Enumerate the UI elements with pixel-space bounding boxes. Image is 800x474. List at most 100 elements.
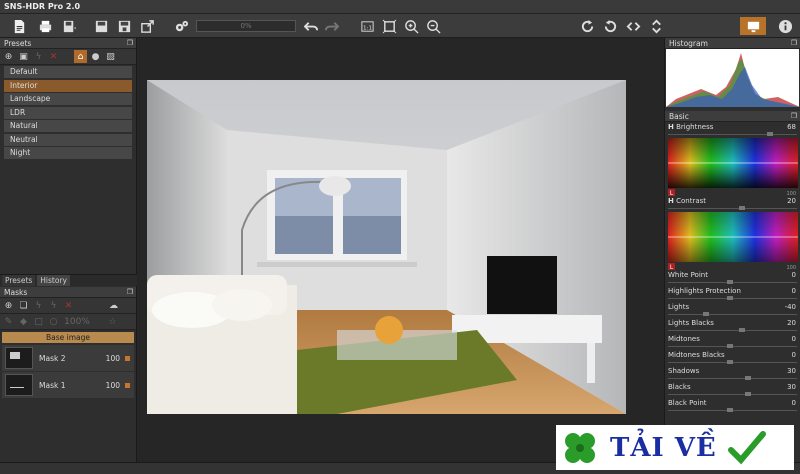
adjustment-slider[interactable]: Midtones 0 <box>665 334 800 350</box>
contrast-label: H Contrast <box>668 197 706 205</box>
mask-color-swatch[interactable] <box>125 382 130 388</box>
preset-item-landscape[interactable]: Landscape <box>4 93 132 105</box>
histogram-header: Histogram ❐ <box>665 38 800 49</box>
delete-preset-icon[interactable]: ✕ <box>47 50 60 63</box>
save-as-icon[interactable] <box>115 17 133 35</box>
star-icon[interactable]: ☆ <box>106 315 119 328</box>
mask-move-icon[interactable]: ϟ <box>47 299 60 312</box>
display-mode-icon[interactable] <box>740 17 766 35</box>
slider-handle[interactable] <box>727 344 733 348</box>
mask-color-swatch[interactable] <box>125 355 130 361</box>
rotate-left-icon[interactable] <box>601 17 619 35</box>
brightness-spectrum[interactable]: L 100 <box>668 138 798 197</box>
slider-handle[interactable] <box>744 392 751 396</box>
cloud-icon[interactable]: ☁ <box>107 299 120 312</box>
adjustment-slider[interactable]: White Point 0 <box>665 270 800 286</box>
preset-item-interior[interactable]: Interior <box>4 79 132 92</box>
fill-icon[interactable]: ◆ <box>17 315 30 328</box>
contrast-slider[interactable]: H Contrast 20 <box>665 196 800 212</box>
window-title: SNS-HDR Pro 2.0 <box>0 0 800 14</box>
undo-icon[interactable] <box>302 17 320 35</box>
brush-icon[interactable]: ✎ <box>2 315 15 328</box>
slider-handle[interactable] <box>703 312 710 316</box>
main-toolbar: 0% 1:1 <box>0 14 800 38</box>
settings-gears-icon[interactable] <box>172 17 190 35</box>
preset-item-ldr[interactable]: LDR <box>4 106 132 119</box>
open-file-icon[interactable] <box>10 17 28 35</box>
hue-mode-label: H <box>668 123 674 131</box>
progress-bar: 0% <box>196 20 296 32</box>
hdr-photo <box>147 80 626 414</box>
brightness-slider[interactable]: H Brightness 68 <box>665 122 800 138</box>
base-image-button[interactable]: Base image <box>2 332 134 343</box>
contrast-spectrum[interactable]: L 100 <box>668 212 798 271</box>
add-mask-icon[interactable]: ⊕ <box>2 299 15 312</box>
adjustment-slider[interactable]: Black Point 0 <box>665 398 800 414</box>
tab-presets[interactable]: Presets <box>2 275 36 286</box>
slider-value: 0 <box>791 351 796 359</box>
mask-row[interactable]: Mask 2 100 <box>2 345 134 371</box>
save-dropdown-icon[interactable] <box>60 17 78 35</box>
adjustment-slider[interactable]: Lights -40 <box>665 302 800 318</box>
save-preset-icon[interactable]: ▣ <box>17 50 30 63</box>
preset-item-default[interactable]: Default <box>4 66 132 78</box>
float-panel-icon[interactable]: ❐ <box>127 287 133 298</box>
flip-vertical-icon[interactable] <box>647 17 665 35</box>
home-icon[interactable]: ⌂ <box>74 50 87 63</box>
slider-handle[interactable] <box>727 408 733 412</box>
preset-item-neutral[interactable]: Neutral <box>4 133 132 146</box>
zoom-in-icon[interactable] <box>402 17 420 35</box>
presets-toolbar: ⊕ ▣ ϟ ✕ ⌂ ● ▨ <box>0 49 136 65</box>
preset-item-natural[interactable]: Natural <box>4 120 132 132</box>
slider-handle[interactable] <box>738 206 745 210</box>
adjustment-slider[interactable]: Shadows 30 <box>665 366 800 382</box>
slider-handle[interactable] <box>744 376 751 380</box>
slider-label: Lights <box>668 303 690 311</box>
image-icon[interactable]: ▨ <box>104 50 117 63</box>
ellipse-icon[interactable]: ○ <box>47 315 60 328</box>
preset-item-night[interactable]: Night <box>4 147 132 159</box>
flash-icon[interactable]: ϟ <box>32 50 45 63</box>
adjustment-slider[interactable]: Blacks 30 <box>665 382 800 398</box>
fit-screen-icon[interactable] <box>380 17 398 35</box>
slider-handle[interactable] <box>738 328 745 332</box>
zoom-out-icon[interactable] <box>424 17 442 35</box>
rotate-right-icon[interactable] <box>578 17 596 35</box>
brightness-label-text: Brightness <box>676 123 714 131</box>
float-panel-icon[interactable]: ❐ <box>791 38 797 49</box>
right-panel: Histogram ❐ Basic ❐ H Brightness 68 L 100 … <box>664 38 800 462</box>
slider-handle[interactable] <box>767 132 774 136</box>
rectangle-icon[interactable]: □ <box>32 315 45 328</box>
contrast-label-text: Contrast <box>676 197 707 205</box>
info-icon[interactable] <box>776 17 794 35</box>
copy-mask-icon[interactable]: ❏ <box>17 299 30 312</box>
user-icon[interactable]: ● <box>89 50 102 63</box>
flash-icon[interactable]: ϟ <box>32 299 45 312</box>
slider-handle[interactable] <box>727 360 733 364</box>
tab-history[interactable]: History <box>37 275 70 286</box>
redo-icon[interactable] <box>322 17 340 35</box>
mask-row[interactable]: Mask 1 100 <box>2 372 134 398</box>
slider-handle[interactable] <box>727 296 733 300</box>
float-panel-icon[interactable]: ❐ <box>127 38 133 49</box>
zoom-select[interactable]: 100% <box>62 315 92 328</box>
print-icon[interactable] <box>36 17 54 35</box>
export-icon[interactable] <box>138 17 156 35</box>
save-icon[interactable] <box>92 17 110 35</box>
actual-size-icon[interactable]: 1:1 <box>358 17 376 35</box>
slider-value: -40 <box>784 303 796 311</box>
adjustment-slider[interactable]: Highlights Protection 0 <box>665 286 800 302</box>
flip-horizontal-icon[interactable] <box>624 17 642 35</box>
float-panel-icon[interactable]: ❐ <box>791 111 797 122</box>
image-canvas[interactable] <box>137 38 664 462</box>
slider-label: Blacks <box>668 383 691 391</box>
slider-handle[interactable] <box>727 280 733 284</box>
mask-opacity[interactable]: 100 <box>106 381 120 390</box>
delete-mask-icon[interactable]: ✕ <box>62 299 75 312</box>
adjustment-slider[interactable]: Lights Blacks 20 <box>665 318 800 334</box>
add-preset-icon[interactable]: ⊕ <box>2 50 15 63</box>
adjustment-slider[interactable]: Midtones Blacks 0 <box>665 350 800 366</box>
masks-title: Masks <box>4 288 28 297</box>
left-tabs: Presets History <box>0 274 137 286</box>
mask-opacity[interactable]: 100 <box>106 354 120 363</box>
